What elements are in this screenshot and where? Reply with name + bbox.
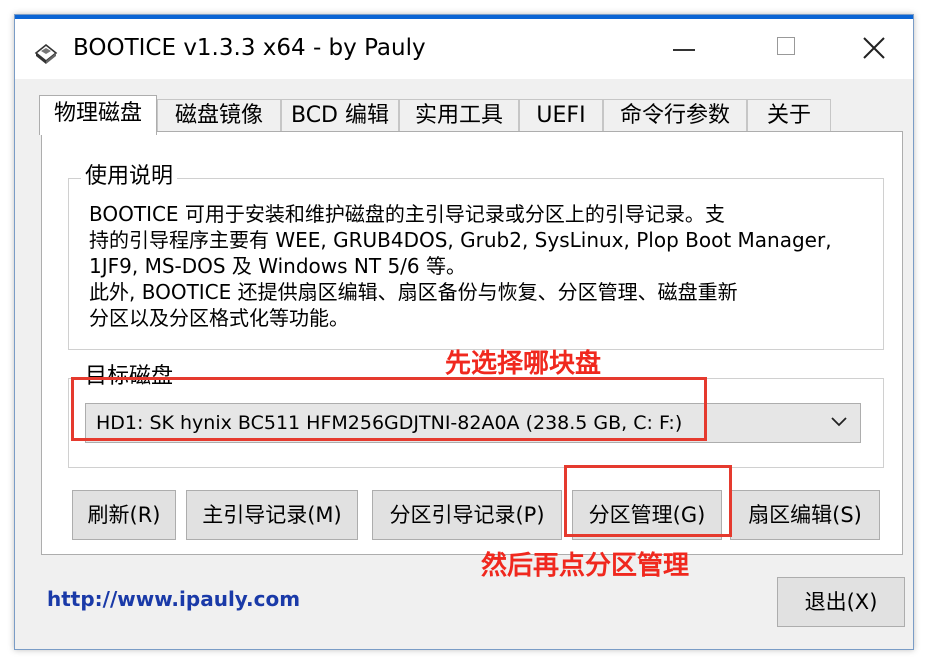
pbr-button[interactable]: 分区引导记录(P) [372,490,562,540]
usage-line: 分区以及分区格式化等功能。 [89,306,349,330]
bootice-window: BOOTICE v1.3.3 x64 - by Pauly 物理磁盘 磁盘镜像 … [14,14,914,650]
tab-utilities[interactable]: 实用工具 [399,99,519,133]
maximize-icon [777,37,795,55]
close-button[interactable] [825,19,917,75]
close-icon [863,37,885,59]
minimize-icon [673,49,695,51]
window-title: BOOTICE v1.3.3 x64 - by Pauly [73,35,426,61]
maximize-button[interactable] [735,19,827,75]
tab-physical-disk[interactable]: 物理磁盘 [39,95,157,135]
partition-manage-highlight-box [564,465,732,537]
chevron-down-icon [831,417,847,427]
tab-about[interactable]: 关于 [747,99,831,133]
usage-group: 使用说明 BOOTICE 可用于安装和维护磁盘的主引导记录或分区上的引导记录。支… [68,163,884,350]
app-icon [34,43,58,64]
title-bar[interactable]: BOOTICE v1.3.3 x64 - by Pauly [15,19,913,79]
usage-line: 此外, BOOTICE 还提供扇区编辑、扇区备份与恢复、分区管理、磁盘重新 [89,280,738,304]
annotation-then-manage: 然后再点分区管理 [481,551,690,581]
tab-cmdline-args[interactable]: 命令行参数 [603,99,747,133]
sector-edit-button[interactable]: 扇区编辑(S) [730,490,880,540]
refresh-button[interactable]: 刷新(R) [72,490,176,540]
usage-line: BOOTICE 可用于安装和维护磁盘的主引导记录或分区上的引导记录。支 [89,202,725,226]
disk-select-highlight-box [71,377,707,441]
tab-bcd-edit[interactable]: BCD 编辑 [281,99,399,133]
minimize-button[interactable] [635,19,727,75]
annotation-select-disk: 先选择哪块盘 [445,349,602,379]
exit-button[interactable]: 退出(X) [777,577,905,627]
tab-uefi[interactable]: UEFI [519,99,603,133]
usage-line: 1JF9, MS-DOS 及 Windows NT 5/6 等。 [89,254,467,278]
mbr-button[interactable]: 主引导记录(M) [186,490,358,540]
tab-disk-image[interactable]: 磁盘镜像 [157,99,281,133]
usage-description: BOOTICE 可用于安装和维护磁盘的主引导记录或分区上的引导记录。支 持的引导… [89,201,869,331]
usage-line: 持的引导程序主要有 WEE, GRUB4DOS, Grub2, SysLinux… [89,228,832,252]
website-link[interactable]: http://www.ipauly.com [47,587,300,611]
usage-legend: 使用说明 [81,163,178,191]
